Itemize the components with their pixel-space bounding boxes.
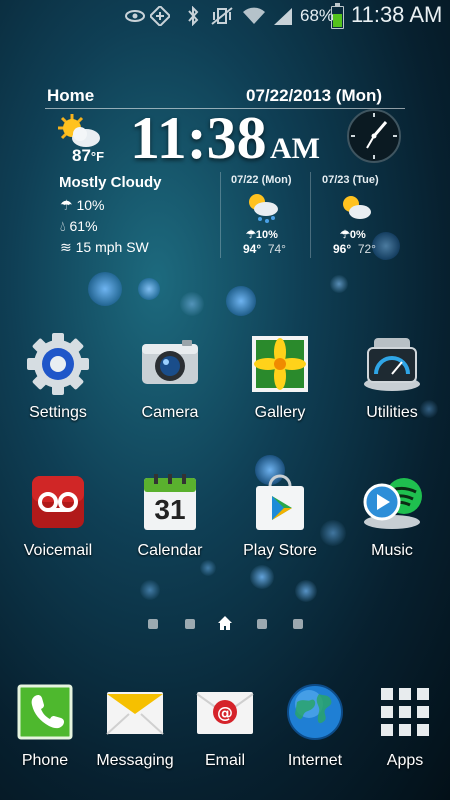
forecast-high-low: 96° 72°	[333, 242, 376, 256]
app-label: Play Store	[243, 542, 317, 559]
utilities-folder-icon	[360, 332, 424, 396]
calendar-icon: 31	[138, 470, 202, 534]
clock-ampm: AM	[270, 132, 320, 165]
app-label: Internet	[287, 752, 343, 769]
app-play-store[interactable]: Play Store	[230, 470, 330, 560]
bokeh-light	[330, 275, 348, 293]
email-icon: @	[193, 680, 257, 744]
page-dot[interactable]	[185, 619, 195, 629]
page-dot[interactable]	[148, 619, 158, 629]
camera-icon	[138, 332, 202, 396]
app-label: Phone	[21, 752, 69, 769]
battery-icon	[331, 3, 344, 29]
forecast-high-low: 94° 74°	[243, 242, 286, 256]
forecast-divider	[220, 172, 221, 258]
bokeh-light	[250, 565, 274, 589]
nfc-icon	[148, 4, 172, 28]
dock-internet[interactable]: Internet	[265, 680, 365, 770]
bokeh-light	[140, 580, 160, 600]
dock-phone[interactable]: Phone	[0, 680, 95, 770]
play-store-bag-icon	[248, 470, 312, 534]
forecast-precip: ☂10%	[246, 229, 278, 241]
weather-condition: Mostly Cloudy	[59, 174, 162, 191]
app-label: Music	[371, 542, 413, 559]
app-label: Camera	[141, 404, 199, 421]
voicemail-icon	[26, 470, 90, 534]
analog-clock-icon	[346, 108, 402, 169]
bokeh-light	[138, 278, 160, 300]
forecast-date: 07/22 (Mon)	[231, 174, 292, 186]
forecast-date: 07/23 (Tue)	[322, 174, 379, 186]
battery-percent: 68%	[300, 6, 335, 25]
app-label: Apps	[386, 752, 424, 769]
bokeh-light	[372, 232, 400, 260]
dock-messaging[interactable]: Messaging	[85, 680, 185, 770]
app-utilities[interactable]: Utilities	[342, 332, 442, 422]
app-label: Email	[204, 752, 245, 769]
bokeh-light	[180, 292, 204, 316]
calendar-day: 31	[154, 494, 186, 525]
bluetooth-icon	[186, 5, 200, 27]
wind-icon: ≋	[60, 239, 72, 255]
page-dot[interactable]	[293, 619, 303, 629]
music-folder-icon	[360, 470, 424, 534]
app-voicemail[interactable]: Voicemail	[8, 470, 108, 560]
app-gallery[interactable]: Gallery	[230, 332, 330, 422]
app-settings[interactable]: Settings	[8, 332, 108, 422]
bokeh-light	[88, 272, 122, 306]
gallery-flower-icon	[248, 332, 312, 396]
envelope-icon	[103, 680, 167, 744]
umbrella-icon: ☂	[60, 197, 73, 213]
date-label: 07/22/2013 (Mon)	[246, 86, 383, 105]
app-label: Settings	[29, 404, 87, 421]
precipitation: ☂ 10%	[60, 197, 105, 213]
signal-icon	[272, 6, 294, 26]
dock-apps[interactable]: Apps	[355, 680, 450, 770]
vibrate-off-icon	[210, 6, 234, 26]
humidity: 💧︎ 61%	[60, 218, 98, 234]
sun-cloud-icon	[338, 192, 372, 227]
status-bar: 68% 11:38 AM	[0, 0, 450, 32]
bokeh-light	[295, 580, 317, 602]
forecast-precip: ☂0%	[340, 229, 366, 241]
globe-icon	[283, 680, 347, 744]
app-label: Messaging	[96, 752, 174, 769]
phone-icon	[13, 680, 77, 744]
status-time: 11:38 AM	[351, 2, 443, 27]
location-label: Home	[47, 86, 95, 105]
clock-time: 11:38	[130, 105, 267, 171]
app-label: Voicemail	[23, 542, 93, 559]
humidity-drop-icon: 💧︎	[60, 218, 66, 234]
bokeh-light	[226, 286, 256, 316]
svg-text:@: @	[217, 703, 233, 722]
home-page-icon[interactable]	[217, 615, 233, 636]
app-label: Gallery	[254, 404, 306, 421]
current-temperature: 87°F	[72, 146, 105, 165]
eye-icon	[124, 6, 146, 26]
apps-grid-icon	[373, 680, 437, 744]
app-calendar[interactable]: 31 Calendar	[120, 470, 220, 560]
app-music[interactable]: Music	[342, 470, 442, 560]
wifi-icon	[242, 6, 266, 26]
sun-rain-icon	[244, 190, 280, 229]
dock-email[interactable]: @ Email	[175, 680, 275, 770]
page-dot[interactable]	[257, 619, 267, 629]
bokeh-light	[200, 560, 216, 576]
app-label: Utilities	[366, 404, 418, 421]
wind: ≋ 15 mph SW	[60, 239, 149, 255]
app-label: Calendar	[137, 542, 203, 559]
forecast-divider	[310, 172, 311, 258]
app-camera[interactable]: Camera	[120, 332, 220, 422]
gear-icon	[26, 332, 90, 396]
